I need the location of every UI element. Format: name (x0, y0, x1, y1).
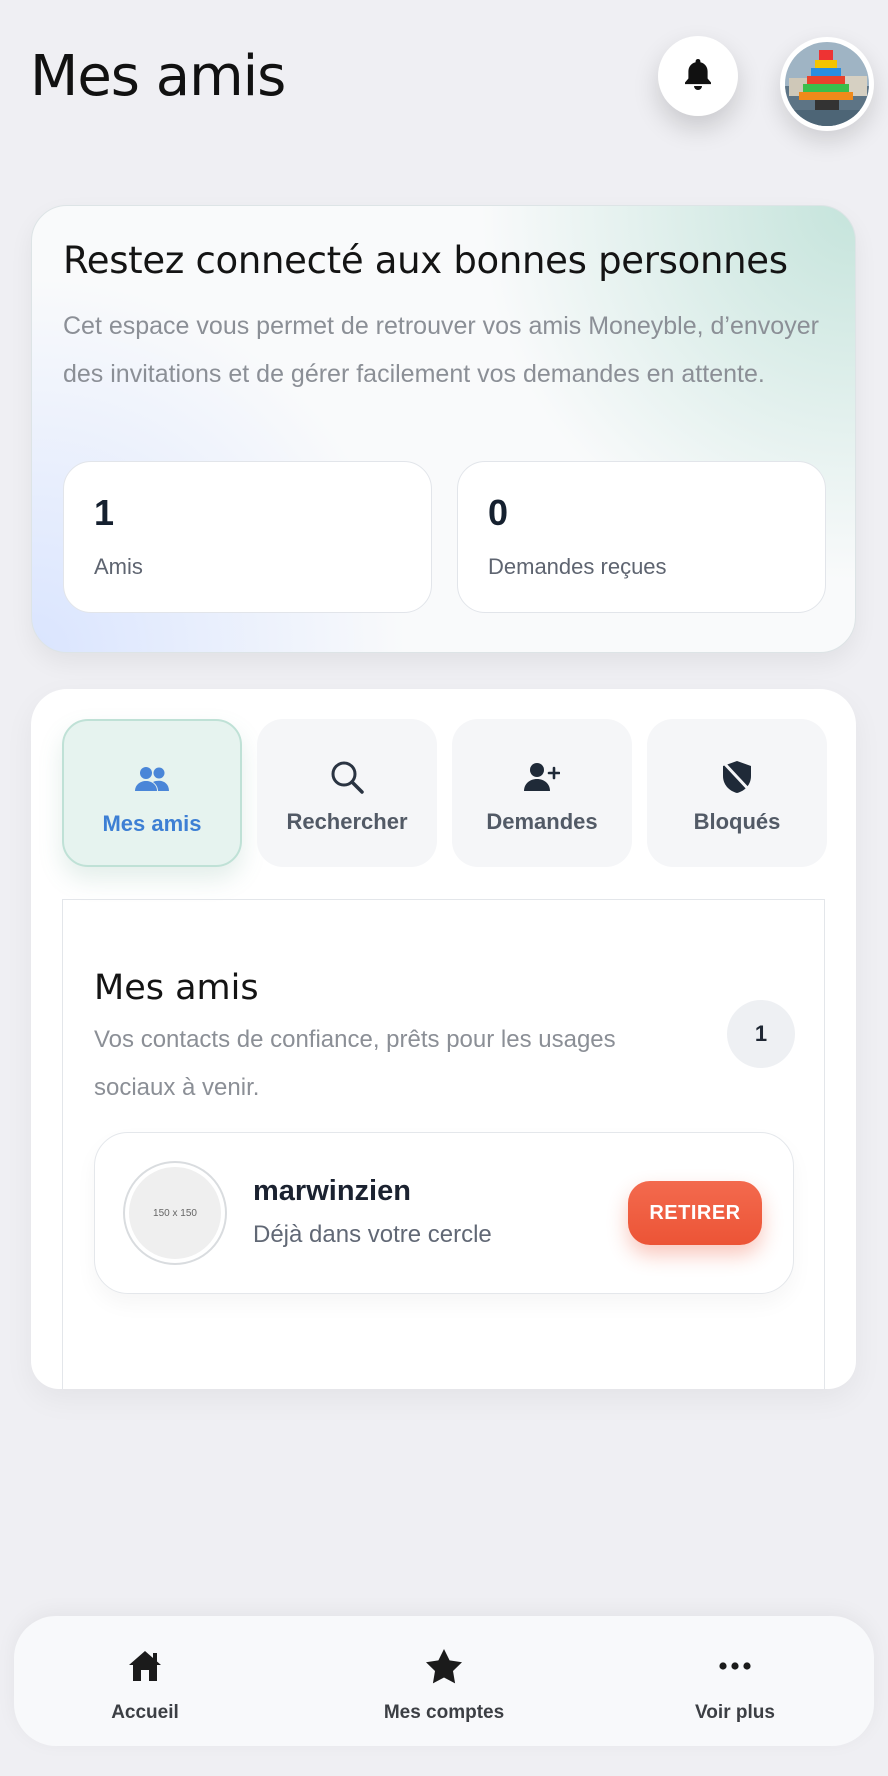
user-plus-icon (524, 757, 560, 797)
tab-rechercher[interactable]: Rechercher (257, 719, 437, 867)
stat-requests: 0 Demandes reçues (457, 461, 826, 613)
avatar: 150 x 150 (125, 1163, 225, 1263)
stat-friends: 1 Amis (63, 461, 432, 613)
profile-avatar-button[interactable] (780, 37, 874, 131)
more-icon (718, 1646, 752, 1686)
page-title: Mes amis (30, 44, 286, 109)
intro-title: Restez connecté aux bonnes personnes (63, 239, 788, 282)
tab-label: Demandes (486, 809, 598, 834)
avatar (785, 42, 869, 126)
stat-value: 1 (94, 492, 115, 533)
friends-count-badge: 1 (727, 1000, 795, 1068)
tab-mes-amis[interactable]: Mes amis (62, 719, 242, 867)
stat-value: 0 (488, 492, 509, 533)
tab-bloques[interactable]: Bloqués (647, 719, 827, 867)
app-header: Mes amis (0, 0, 888, 150)
nav-item-accueil[interactable]: Accueil (45, 1616, 245, 1746)
friends-main-card: Mes amis Rechercher Demandes Bloqués Mes… (31, 689, 856, 1389)
section-title: Mes amis (94, 968, 259, 1008)
tab-label: Mes amis (102, 811, 202, 836)
nav-item-mes-comptes[interactable]: Mes comptes (344, 1616, 544, 1746)
intro-text: Cet espace vous permet de retrouver vos … (63, 312, 819, 388)
list-item: 150 x 150 marwinzien Déjà dans votre cer… (94, 1132, 794, 1294)
search-icon (329, 757, 365, 797)
intro-card: Restez connecté aux bonnes personnes Cet… (31, 205, 856, 653)
stat-label: Demandes reçues (488, 554, 667, 579)
friend-name: marwinzien (253, 1175, 411, 1207)
remove-friend-button[interactable]: RETIRER (628, 1181, 762, 1245)
tab-demandes[interactable]: Demandes (452, 719, 632, 867)
nav-item-voir-plus[interactable]: Voir plus (635, 1616, 835, 1746)
shield-slash-icon (720, 757, 754, 797)
stat-label: Amis (94, 554, 143, 579)
bell-icon (683, 57, 713, 96)
nav-label: Accueil (111, 1702, 179, 1723)
tab-label: Rechercher (286, 809, 408, 834)
bottom-navigation: Accueil Mes comptes Voir plus (14, 1616, 874, 1746)
nav-label: Mes comptes (383, 1702, 505, 1723)
home-icon (127, 1646, 163, 1686)
users-icon (134, 759, 170, 799)
friend-status: Déjà dans votre cercle (253, 1221, 492, 1248)
tab-label: Bloqués (693, 809, 781, 834)
friends-list-panel: Mes amis Vos contacts de confiance, prêt… (62, 899, 825, 1389)
notifications-button[interactable] (658, 36, 738, 116)
section-description: Vos contacts de confiance, prêts pour le… (94, 1026, 616, 1101)
nav-label: Voir plus (695, 1702, 775, 1723)
star-icon (425, 1646, 463, 1686)
